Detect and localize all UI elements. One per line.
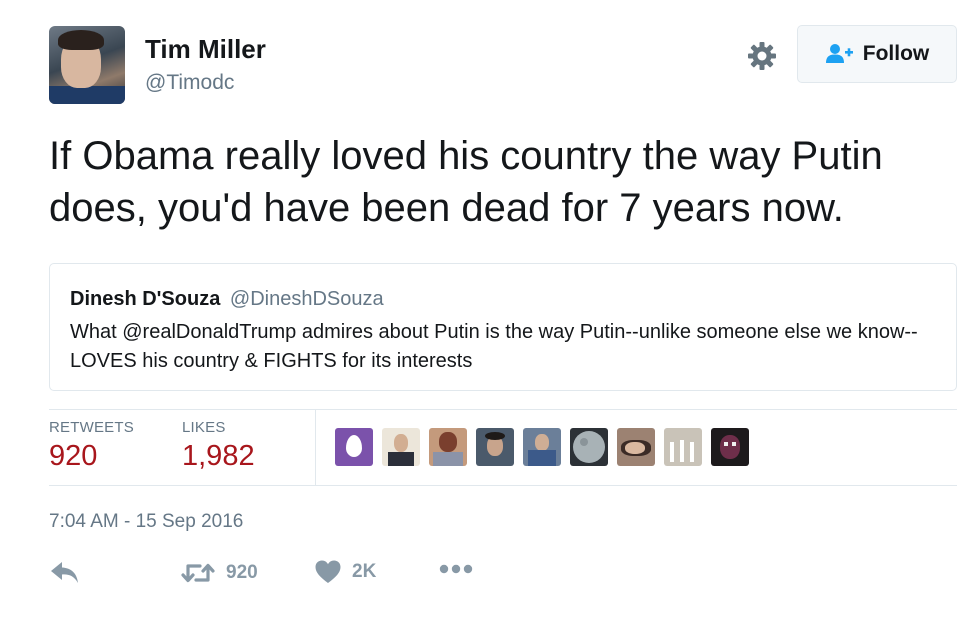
person-plus-icon [825, 44, 853, 63]
like-count: 2K [352, 561, 377, 582]
retweets-stat[interactable]: RETWEETS 920 [49, 419, 134, 473]
quoted-author-name: Dinesh D'Souza [70, 288, 221, 310]
liker-avatar[interactable] [476, 428, 514, 466]
follow-label: Follow [862, 42, 930, 65]
retweet-icon [181, 563, 215, 583]
liker-avatar[interactable] [664, 428, 702, 466]
stats-divider-bottom [49, 485, 957, 486]
author-name[interactable]: Tim Miller [145, 34, 266, 65]
stats-separator [315, 410, 316, 485]
gear-icon[interactable] [746, 40, 778, 72]
liker-avatar[interactable] [429, 428, 467, 466]
quoted-author-handle: @DineshDSouza [229, 288, 384, 310]
author-handle[interactable]: @Timodc [145, 71, 234, 95]
heart-icon [315, 560, 341, 583]
stats-divider-top [49, 409, 957, 410]
liker-avatar-egg[interactable] [335, 428, 373, 466]
follow-button[interactable]: Follow [797, 25, 957, 83]
more-dots-icon [439, 564, 473, 574]
like-button[interactable]: 2K [314, 558, 376, 586]
tweet-card: Tim Miller @Timodc Follow If Obama reall… [0, 0, 980, 621]
retweet-count: 920 [226, 562, 258, 583]
liker-avatar[interactable] [382, 428, 420, 466]
reply-button[interactable] [49, 558, 81, 588]
quoted-tweet[interactable]: Dinesh D'Souza @DineshDSouza What @realD… [49, 263, 957, 391]
liker-avatar[interactable] [523, 428, 561, 466]
likes-value: 1,982 [182, 440, 255, 472]
tweet-timestamp[interactable]: 7:04 AM - 15 Sep 2016 [49, 511, 243, 533]
liker-avatar[interactable] [711, 428, 749, 466]
quoted-tweet-text: What @realDonaldTrump admires about Puti… [70, 321, 918, 372]
likes-label: LIKES [182, 419, 226, 436]
tweet-text: If Obama really loved his country the wa… [49, 134, 883, 230]
more-button[interactable] [438, 562, 474, 576]
retweets-label: RETWEETS [49, 419, 134, 436]
reply-icon [51, 562, 78, 583]
retweets-value: 920 [49, 440, 98, 472]
avatar[interactable] [49, 26, 125, 104]
liker-avatars [335, 428, 749, 466]
likes-stat[interactable]: LIKES 1,982 [182, 419, 255, 473]
retweet-button[interactable]: 920 [180, 558, 258, 588]
quoted-tweet-header: Dinesh D'Souza @DineshDSouza [70, 288, 384, 311]
liker-avatar[interactable] [617, 428, 655, 466]
liker-avatar[interactable] [570, 428, 608, 466]
